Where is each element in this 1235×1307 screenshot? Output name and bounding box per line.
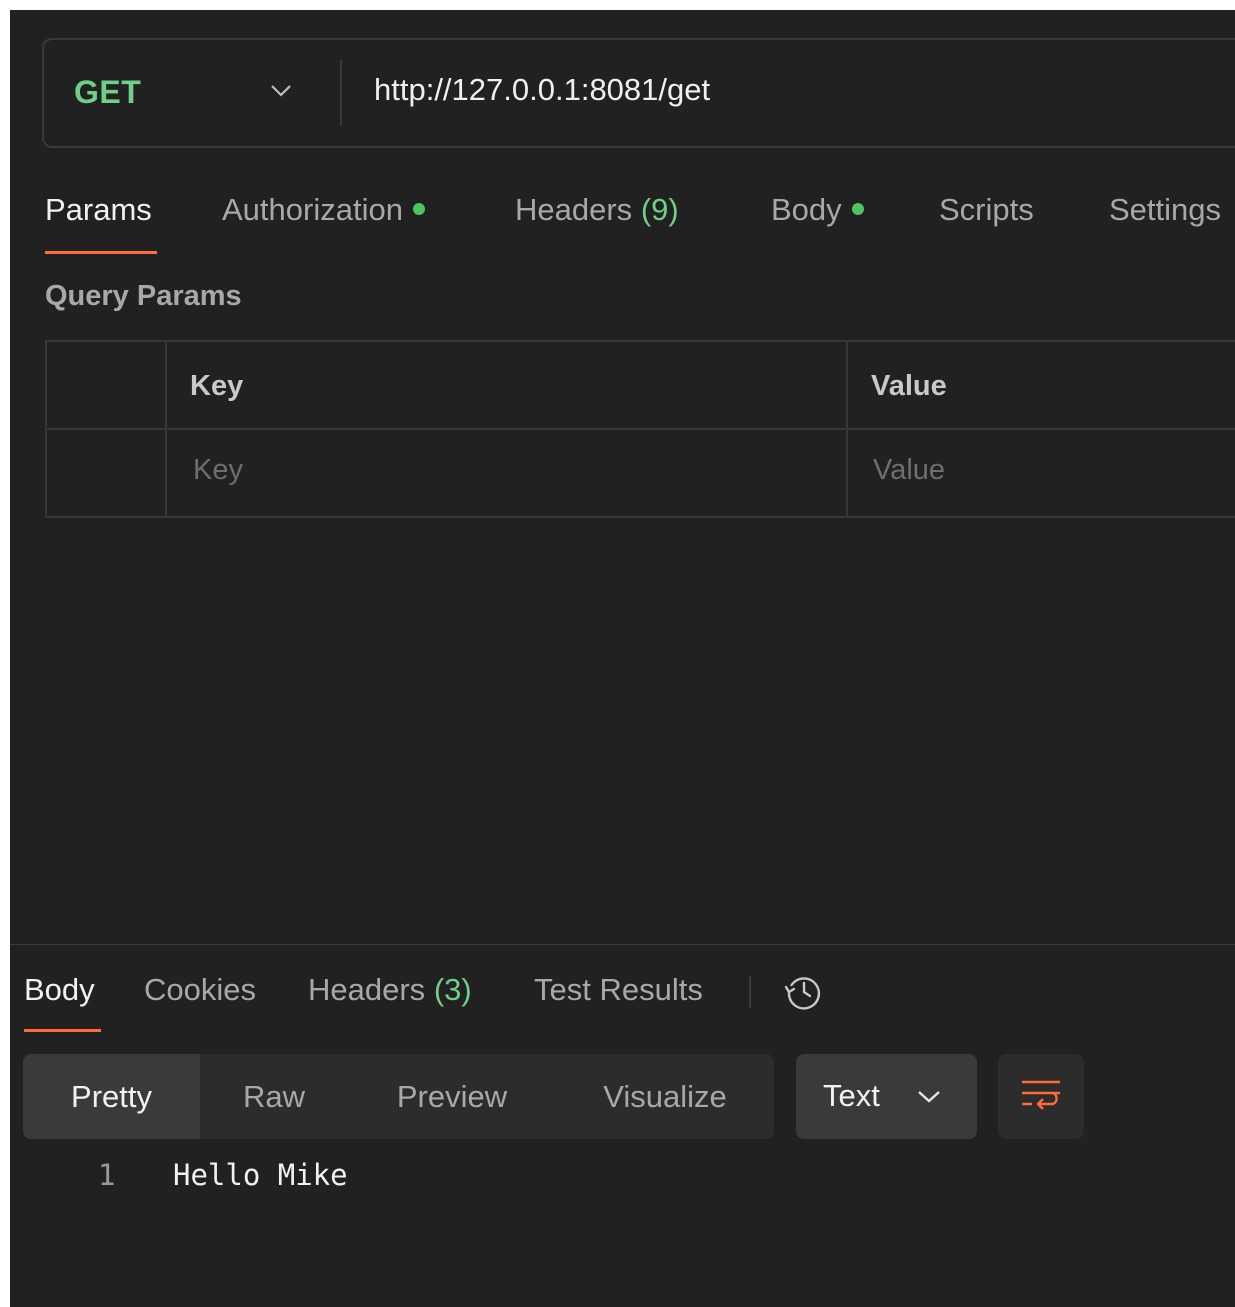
column-header-key: Key <box>190 370 244 402</box>
table-divider <box>47 428 1235 430</box>
method-select[interactable]: GET <box>44 40 340 146</box>
table-divider <box>846 342 848 518</box>
tab-scripts[interactable]: Scripts <box>939 192 1034 228</box>
active-response-tab-indicator <box>24 1029 101 1032</box>
format-select[interactable]: Text <box>796 1054 977 1139</box>
tab-label: Headers <box>515 192 633 227</box>
response-tab-body[interactable]: Body <box>24 972 95 1008</box>
tab-label: Body <box>24 972 95 1007</box>
tab-authorization[interactable]: Authorization <box>222 192 425 228</box>
response-body-line: Hello Mike <box>173 1158 348 1192</box>
response-tab-cookies[interactable]: Cookies <box>144 972 256 1008</box>
method-label: GET <box>74 74 142 110</box>
tab-separator <box>749 976 751 1008</box>
tab-count: (9) <box>640 192 679 227</box>
app-window: GET http://127.0.0.1:8081/get Params Aut… <box>10 10 1235 1307</box>
tab-label: Params <box>45 192 152 227</box>
view-mode-group: Pretty Raw Preview Visualize <box>23 1054 774 1139</box>
tab-label: Cookies <box>144 972 256 1007</box>
response-tab-test-results[interactable]: Test Results <box>534 972 703 1008</box>
tab-label: Authorization <box>222 192 403 227</box>
response-divider <box>10 944 1235 945</box>
chevron-down-icon <box>918 1091 940 1103</box>
value-input[interactable]: Value <box>873 454 945 487</box>
response-tab-headers[interactable]: Headers (3) <box>308 972 472 1008</box>
tab-settings[interactable]: Settings <box>1109 192 1221 228</box>
tab-label: Test Results <box>534 972 703 1007</box>
tab-label: Settings <box>1109 192 1222 227</box>
column-header-value: Value <box>871 370 947 402</box>
tab-label: Body <box>771 192 842 227</box>
query-params-title: Query Params <box>45 280 242 312</box>
url-bar: GET http://127.0.0.1:8081/get <box>42 38 1235 148</box>
tab-headers[interactable]: Headers (9) <box>515 192 679 228</box>
request-tabs: Params Authorization Headers (9) Body Sc… <box>10 180 1235 260</box>
tab-params[interactable]: Params <box>45 192 152 228</box>
tab-body[interactable]: Body <box>771 192 864 228</box>
url-input[interactable]: http://127.0.0.1:8081/get <box>374 72 710 108</box>
history-icon[interactable] <box>782 970 826 1014</box>
wrap-lines-icon <box>1022 1080 1060 1110</box>
view-visualize-button[interactable]: Visualize <box>556 1054 774 1139</box>
key-input[interactable]: Key <box>193 454 243 487</box>
line-number: 1 <box>98 1158 116 1192</box>
status-dot <box>851 202 864 215</box>
url-divider <box>340 60 342 126</box>
view-preview-button[interactable]: Preview <box>348 1054 556 1139</box>
view-raw-button[interactable]: Raw <box>200 1054 348 1139</box>
params-table: Key Value Key Value <box>45 340 1235 518</box>
tab-count: (3) <box>433 972 472 1007</box>
tab-label: Scripts <box>939 192 1034 227</box>
status-dot <box>412 202 425 215</box>
row-checkbox-cell[interactable] <box>47 430 165 518</box>
chevron-down-icon <box>271 85 291 97</box>
table-divider <box>165 342 167 518</box>
view-pretty-button[interactable]: Pretty <box>23 1054 200 1139</box>
format-label: Text <box>823 1078 880 1113</box>
active-tab-indicator <box>45 251 157 254</box>
wrap-lines-button[interactable] <box>998 1054 1084 1139</box>
tab-label: Headers <box>308 972 426 1007</box>
